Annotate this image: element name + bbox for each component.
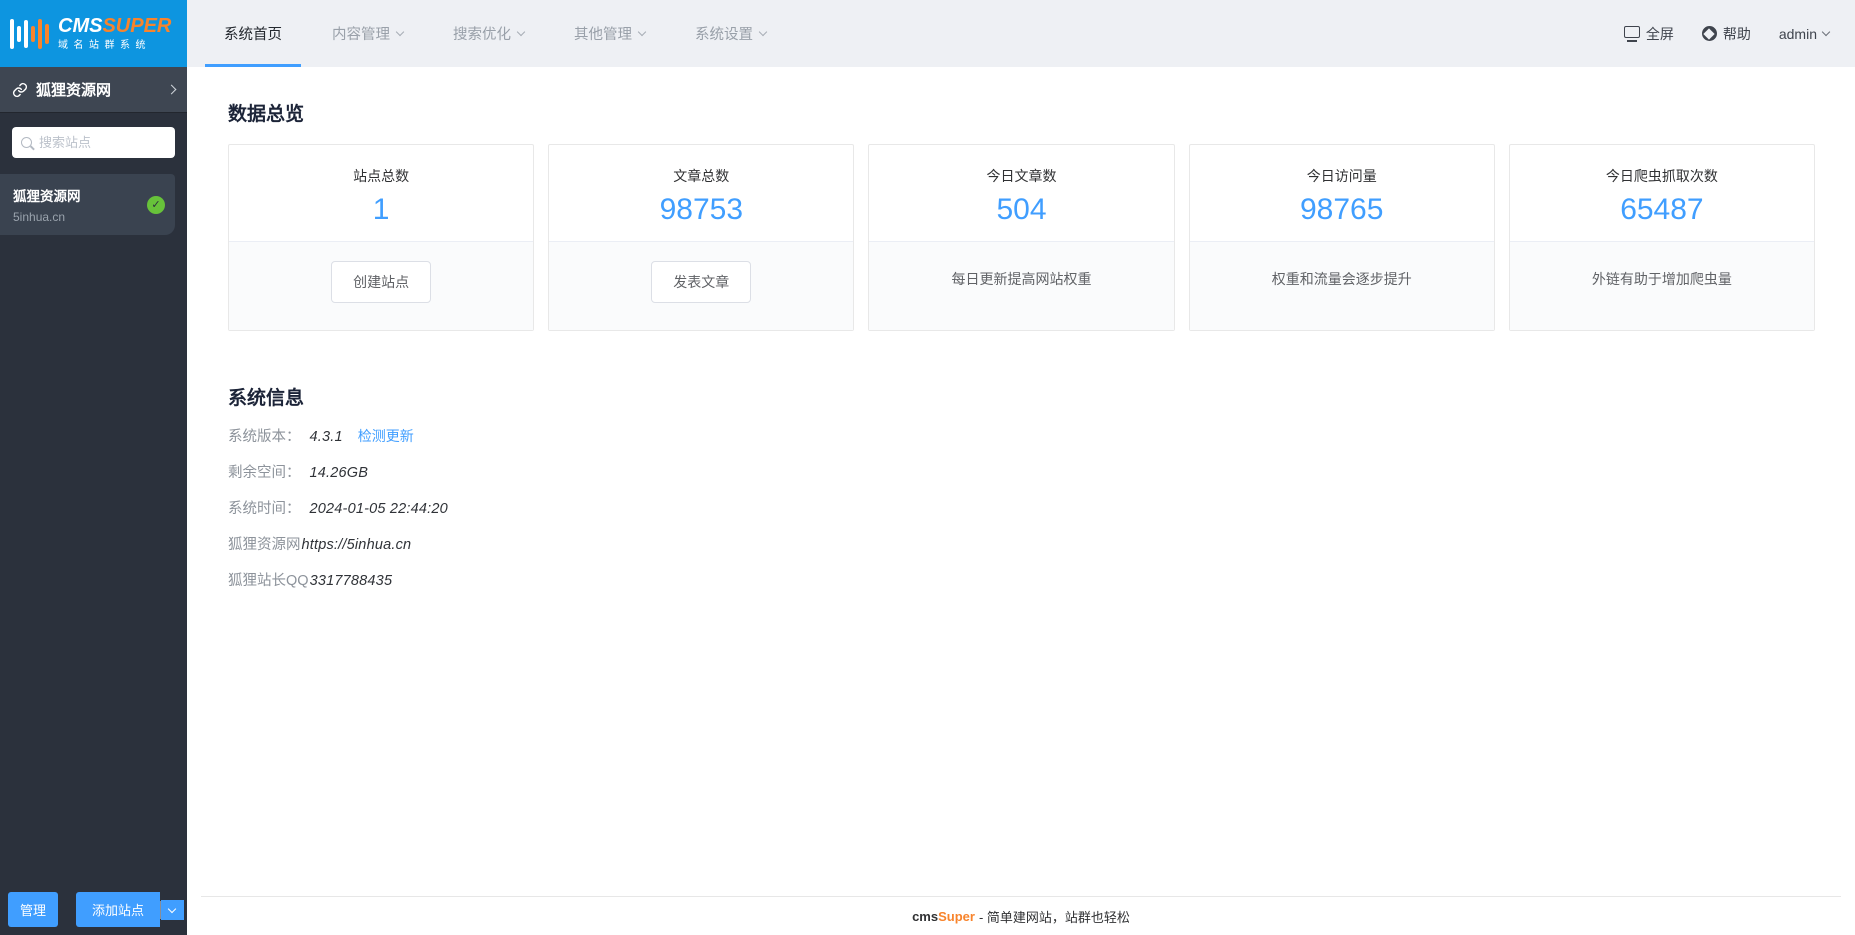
stat-note: 每日更新提高网站权重 [951,271,1092,287]
stat-title: 今日爬虫抓取次数 [1605,168,1718,184]
tab-label: 内容管理 [332,27,390,43]
help-button[interactable]: 帮助 [1701,24,1751,44]
fullscreen-icon [1623,25,1640,42]
logo-subtitle: 域名站群系统 [58,40,151,51]
info-row-system-time: 系统时间： 2024-01-05 22:44:20 [228,501,448,517]
stat-value: 65487 [1620,193,1704,226]
chevron-right-icon [166,84,177,95]
site-item-name: 狐狸资源网 [13,189,81,204]
info-row-version: 系统版本： 4.3.1 检测更新 [228,426,414,446]
tab-other-management[interactable]: 其他管理 [549,0,670,67]
manage-button[interactable]: 管理 [8,892,59,927]
stat-note: 外链有助于增加爬虫量 [1591,271,1732,287]
check-update-link[interactable]: 检测更新 [358,426,414,446]
footer-tagline: - 简单建网站，站群也轻松 [978,909,1130,925]
tab-label: 搜索优化 [453,27,511,43]
logo-title: CMSSUPER [58,15,172,37]
info-row-webmaster-qq: 狐狸站长QQ 3317788435 [228,573,393,589]
stat-card-today-visits: 今日访问量 98765 权重和流量会逐步提升 [1188,144,1495,331]
footer-brand-cms: cms [912,908,939,924]
site-search-box[interactable] [12,127,175,158]
app-logo: CMSSUPER 域名站群系统 [0,0,187,67]
page-footer: cms Super - 简单建网站，站群也轻松 [201,896,1841,935]
system-info-section: 系统信息 系统版本： 4.3.1 检测更新 剩余空间： 14.26GB 系统时间… [228,383,1815,590]
site-item-domain: 5inhua.cn [13,210,66,224]
stat-title: 今日文章数 [986,168,1057,184]
tab-label: 系统设置 [695,27,753,43]
user-menu[interactable]: admin [1778,25,1831,42]
stat-card-articles: 文章总数 98753 发表文章 [548,144,855,331]
tab-label: 系统首页 [224,27,282,43]
footer-brand-super: Super [938,908,975,924]
chevron-down-icon [516,27,526,37]
stat-card-today-articles: 今日文章数 504 每日更新提高网站权重 [868,144,1175,331]
publish-article-button[interactable]: 发表文章 [651,261,752,303]
stat-card-today-crawls: 今日爬虫抓取次数 65487 外链有助于增加爬虫量 [1508,144,1816,331]
help-icon [1701,26,1717,41]
tab-home[interactable]: 系统首页 [199,0,307,67]
chevron-down-icon [167,904,177,913]
stat-note: 权重和流量会逐步提升 [1271,271,1412,287]
add-site-dropdown-toggle[interactable] [161,899,185,920]
chevron-down-icon [637,27,647,37]
stat-value: 98753 [659,193,744,226]
link-icon [12,82,28,97]
site-list-item[interactable]: 狐狸资源网 5inhua.cn [0,174,175,235]
create-site-button[interactable]: 创建站点 [331,261,432,303]
current-site-name: 狐狸资源网 [36,82,112,99]
logo-bars-icon [10,14,49,54]
chevron-down-icon [758,27,768,37]
stat-value: 504 [996,193,1047,226]
info-row-site-url: 狐狸资源网 https://5inhua.cn [228,537,412,553]
username: admin [1778,25,1817,42]
chevron-down-icon [395,27,405,37]
chevron-down-icon [1821,27,1831,37]
stat-title: 文章总数 [673,168,730,184]
add-site-split-button: 添加站点 [76,892,185,927]
main-nav: 系统首页 内容管理 搜索优化 其他管理 系统设置 [187,0,791,67]
info-row-disk-space: 剩余空间： 14.26GB [228,465,369,481]
app-window: CMSSUPER 域名站群系统 狐狸资源网 狐狸资源网 5inhua.cn [0,0,1855,935]
tab-label: 其他管理 [574,27,632,43]
overview-title: 数据总览 [228,104,305,125]
site-active-check-icon [147,195,165,214]
site-search-input[interactable] [39,135,166,150]
stat-value: 1 [372,193,390,226]
current-site-header[interactable]: 狐狸资源网 [0,67,187,113]
fullscreen-button[interactable]: 全屏 [1623,24,1674,44]
main-area: 系统首页 内容管理 搜索优化 其他管理 系统设置 全屏 帮助 admin 数据总… [187,0,1855,935]
search-icon [21,137,32,148]
stat-value: 98765 [1299,193,1384,226]
sidebar: CMSSUPER 域名站群系统 狐狸资源网 狐狸资源网 5inhua.cn [0,0,187,935]
top-navigation-bar: 系统首页 内容管理 搜索优化 其他管理 系统设置 全屏 帮助 admin [187,0,1855,67]
stats-cards: 站点总数 1 创建站点 文章总数 98753 发表文章 今日文章数 504 每日… [228,144,1816,331]
tab-search-optimization[interactable]: 搜索优化 [428,0,549,67]
stat-card-sites: 站点总数 1 创建站点 [228,144,535,331]
tab-content-management[interactable]: 内容管理 [307,0,428,67]
add-site-button[interactable]: 添加站点 [76,892,161,927]
system-info-title: 系统信息 [228,388,305,409]
stat-title: 今日访问量 [1306,168,1377,184]
stat-title: 站点总数 [353,168,410,184]
tab-system-settings[interactable]: 系统设置 [670,0,791,67]
content-area: 数据总览 站点总数 1 创建站点 文章总数 98753 发表文章 今日文章数 5… [187,67,1855,935]
